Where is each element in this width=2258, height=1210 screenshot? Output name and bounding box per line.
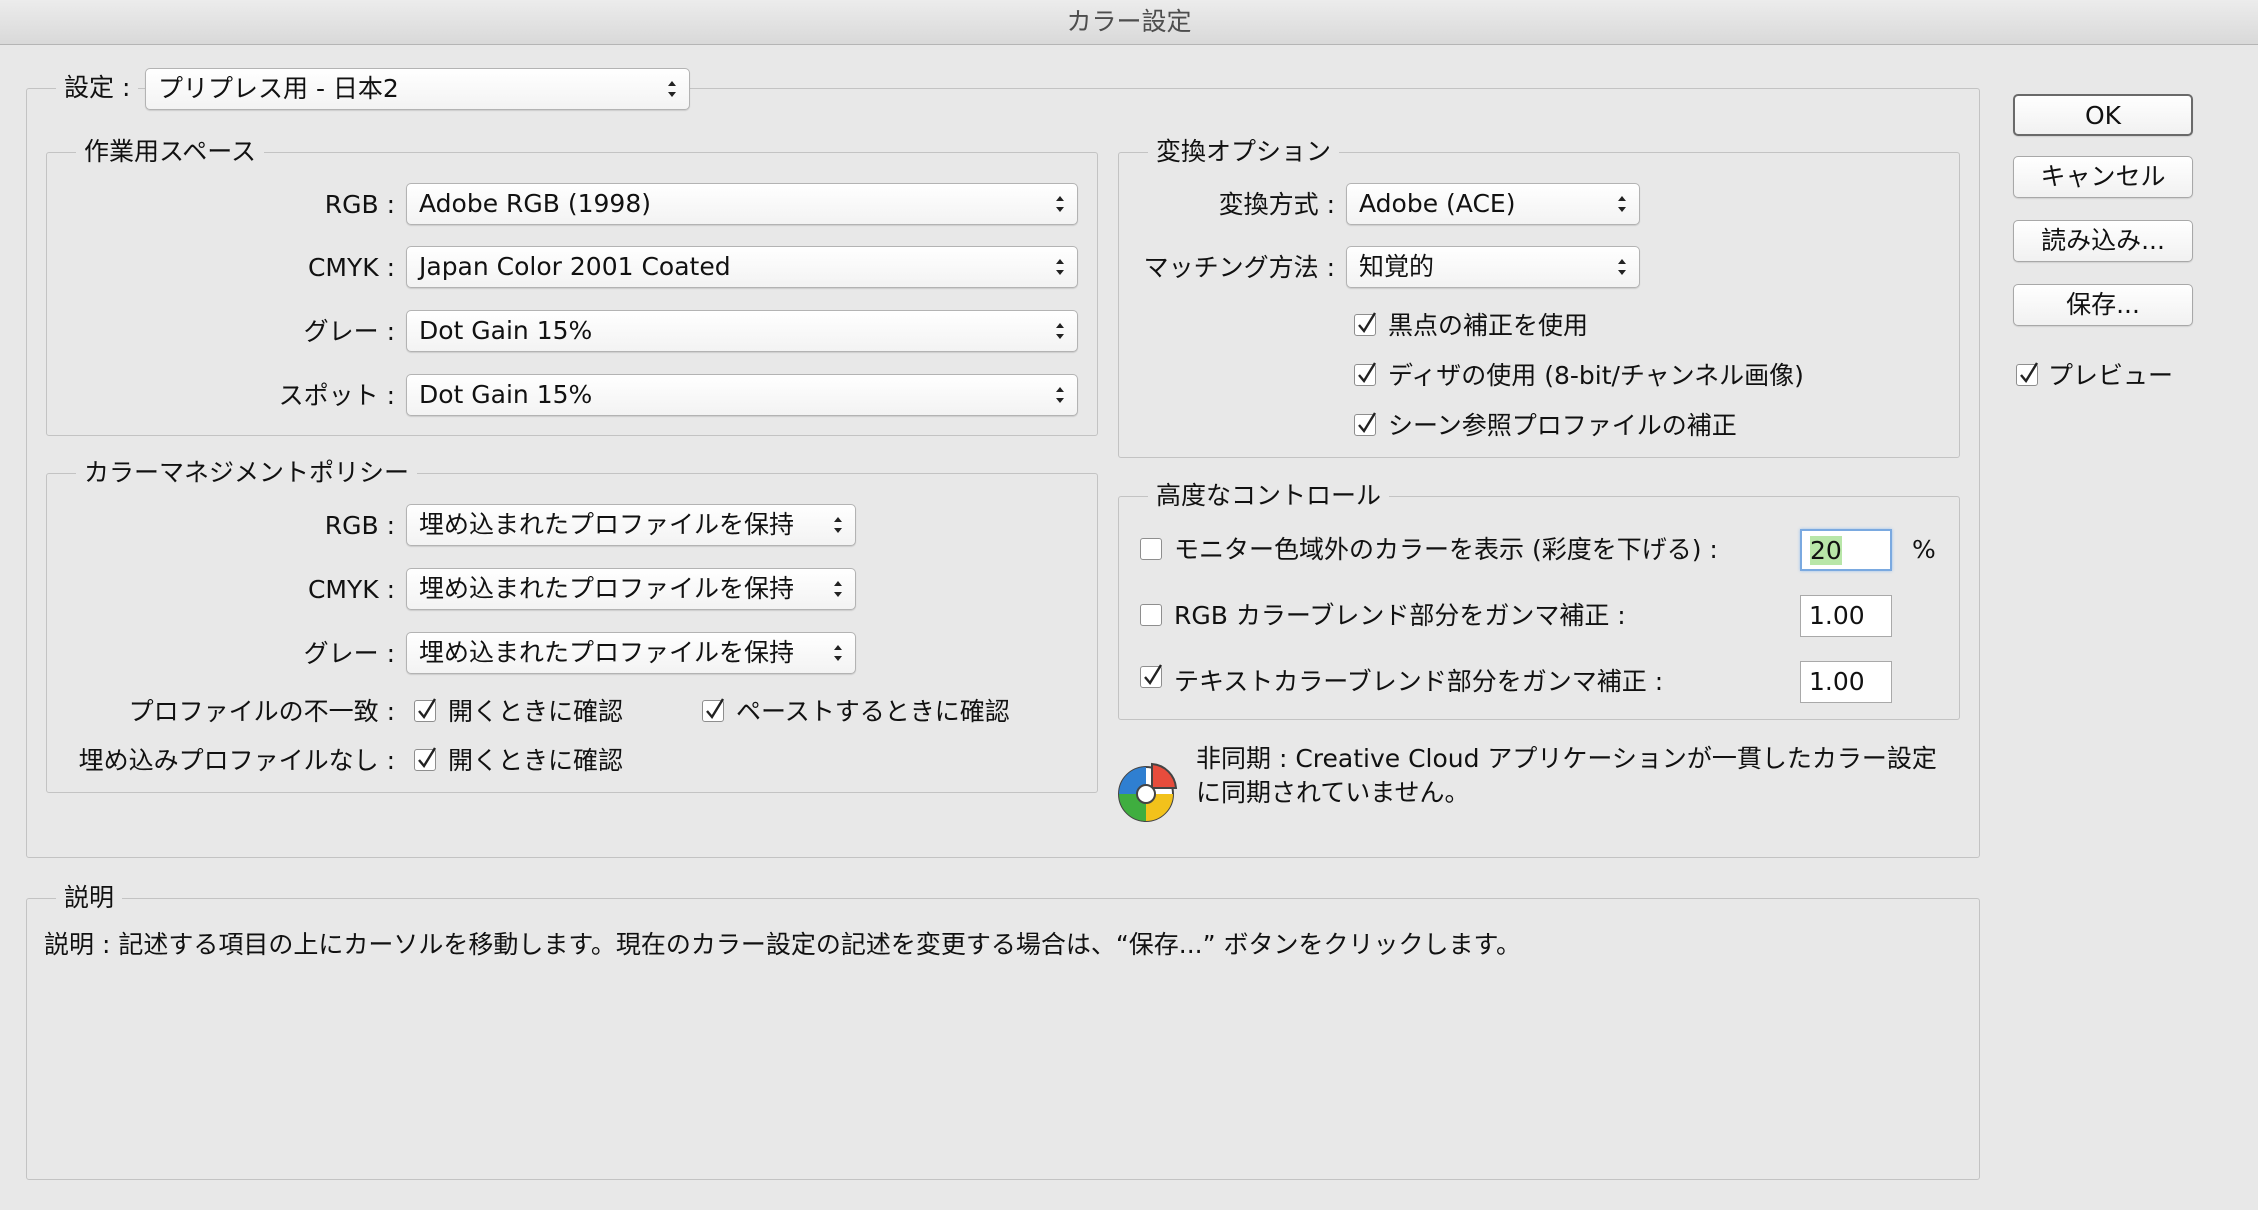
text-blend-input[interactable]: 1.00 xyxy=(1800,661,1892,703)
mismatch-paste-checkbox[interactable] xyxy=(702,698,725,722)
mismatch-open-checkbox[interactable] xyxy=(414,698,437,722)
desaturate-unit: % xyxy=(1912,535,1936,564)
sync-message-line2: に同期されていません。 xyxy=(1196,778,1470,807)
checkmark-icon xyxy=(2020,362,2039,384)
ws-spot-label: スポット : xyxy=(278,381,395,410)
bpc-checkbox[interactable] xyxy=(1354,312,1377,336)
checkmark-icon xyxy=(1358,412,1377,434)
engine-label: 変換方式 : xyxy=(1218,190,1335,219)
ws-gray-value: Dot Gain 15% xyxy=(419,316,593,345)
intent-select[interactable]: 知覚的 xyxy=(1346,246,1640,288)
desaturate-input[interactable]: 20 xyxy=(1800,529,1892,571)
updown-arrows-icon xyxy=(1618,196,1626,212)
policy-gray-select[interactable]: 埋め込まれたプロファイルを保持 xyxy=(406,632,856,674)
dither-label[interactable]: ディザの使用 (8-bit/チャンネル画像) xyxy=(1388,361,1804,391)
ws-rgb-value: Adobe RGB (1998) xyxy=(419,189,651,218)
ws-rgb-label: RGB : xyxy=(324,190,395,219)
engine-value: Adobe (ACE) xyxy=(1359,189,1516,218)
window-title: カラー設定 xyxy=(1066,7,1192,36)
description-text: 説明 : 記述する項目の上にカーソルを移動します。現在のカラー設定の記述を変更す… xyxy=(44,930,1522,959)
updown-arrows-icon xyxy=(1056,387,1064,403)
conversion-title: 変換オプション xyxy=(1148,137,1340,167)
desaturate-label[interactable]: モニター色域外のカラーを表示 (彩度を下げる) : xyxy=(1174,535,1718,565)
policy-cmyk-label: CMYK : xyxy=(307,575,395,604)
text-blend-checkbox[interactable] xyxy=(1140,664,1163,688)
text-blend-value: 1.00 xyxy=(1809,667,1865,696)
updown-arrows-icon xyxy=(1056,259,1064,275)
bpc-label[interactable]: 黒点の補正を使用 xyxy=(1388,311,1588,341)
checkmark-icon xyxy=(1144,664,1163,686)
missing-open-label[interactable]: 開くときに確認 xyxy=(448,746,623,776)
checkmark-icon xyxy=(418,747,437,769)
preview-label[interactable]: プレビュー xyxy=(2048,361,2173,391)
mismatch-label: プロファイルの不一致 : xyxy=(128,697,395,726)
description-title: 説明 xyxy=(56,883,123,913)
ws-spot-select[interactable]: Dot Gain 15% xyxy=(406,374,1078,416)
dither-checkbox[interactable] xyxy=(1354,362,1377,386)
scene-label[interactable]: シーン参照プロファイルの補正 xyxy=(1388,411,1737,441)
mismatch-open-label[interactable]: 開くときに確認 xyxy=(448,697,623,727)
working-spaces-title: 作業用スペース xyxy=(76,137,265,167)
save-button[interactable]: 保存... xyxy=(2013,284,2193,326)
updown-arrows-icon xyxy=(834,581,842,597)
settings-select[interactable]: プリプレス用 - 日本2 xyxy=(145,68,690,110)
checkmark-icon xyxy=(418,698,437,720)
policy-rgb-value: 埋め込まれたプロファイルを保持 xyxy=(419,510,795,539)
checkmark-icon xyxy=(1358,362,1377,384)
rgb-blend-label[interactable]: RGB カラーブレンド部分をガンマ補正 : xyxy=(1174,601,1626,631)
policy-cmyk-select[interactable]: 埋め込まれたプロファイルを保持 xyxy=(406,568,856,610)
ws-rgb-select[interactable]: Adobe RGB (1998) xyxy=(406,183,1078,225)
missing-label: 埋め込みプロファイルなし : xyxy=(78,746,395,775)
policy-rgb-select[interactable]: 埋め込まれたプロファイルを保持 xyxy=(406,504,856,546)
desaturate-checkbox[interactable] xyxy=(1140,538,1162,560)
intent-value: 知覚的 xyxy=(1359,252,1435,281)
policies-title: カラーマネジメントポリシー xyxy=(76,458,418,488)
checkmark-icon xyxy=(706,698,725,720)
sync-status-icon xyxy=(1118,762,1178,822)
desaturate-value: 20 xyxy=(1810,536,1842,565)
updown-arrows-icon xyxy=(1056,196,1064,212)
ws-cmyk-select[interactable]: Japan Color 2001 Coated xyxy=(406,246,1078,288)
ws-cmyk-label: CMYK : xyxy=(307,253,395,282)
updown-arrows-icon xyxy=(1618,259,1626,275)
rgb-blend-input[interactable]: 1.00 xyxy=(1800,595,1892,637)
settings-select-value: プリプレス用 - 日本2 xyxy=(158,74,399,103)
policy-rgb-label: RGB : xyxy=(324,511,395,540)
policy-gray-label: グレー : xyxy=(303,639,395,668)
updown-arrows-icon xyxy=(1056,323,1064,339)
cancel-button[interactable]: キャンセル xyxy=(2013,156,2193,198)
preview-checkbox[interactable] xyxy=(2016,362,2039,386)
ok-button[interactable]: OK xyxy=(2013,94,2193,136)
updown-arrows-icon xyxy=(834,517,842,533)
scene-checkbox[interactable] xyxy=(1354,412,1377,436)
sync-message-line1: 非同期 : Creative Cloud アプリケーションが一貫したカラー設定 xyxy=(1196,744,1937,773)
ws-gray-select[interactable]: Dot Gain 15% xyxy=(406,310,1078,352)
rgb-blend-value: 1.00 xyxy=(1809,601,1865,630)
updown-arrows-icon xyxy=(834,645,842,661)
ws-cmyk-value: Japan Color 2001 Coated xyxy=(419,252,731,281)
policy-cmyk-value: 埋め込まれたプロファイルを保持 xyxy=(419,574,795,603)
policy-gray-value: 埋め込まれたプロファイルを保持 xyxy=(419,638,795,667)
ws-spot-value: Dot Gain 15% xyxy=(419,380,593,409)
load-button[interactable]: 読み込み... xyxy=(2013,220,2193,262)
updown-arrows-icon xyxy=(668,81,676,97)
ws-gray-label: グレー : xyxy=(303,317,395,346)
missing-open-checkbox[interactable] xyxy=(414,747,437,771)
intent-label: マッチング方法 : xyxy=(1143,253,1335,282)
checkmark-icon xyxy=(1358,312,1377,334)
advanced-title: 高度なコントロール xyxy=(1148,481,1390,511)
rgb-blend-checkbox[interactable] xyxy=(1140,604,1162,626)
title-bar: カラー設定 xyxy=(0,0,2258,45)
settings-label: 設定 : xyxy=(56,73,139,103)
engine-select[interactable]: Adobe (ACE) xyxy=(1346,183,1640,225)
mismatch-paste-label[interactable]: ペーストするときに確認 xyxy=(736,697,1010,727)
text-blend-label[interactable]: テキストカラーブレンド部分をガンマ補正 : xyxy=(1174,667,1663,697)
